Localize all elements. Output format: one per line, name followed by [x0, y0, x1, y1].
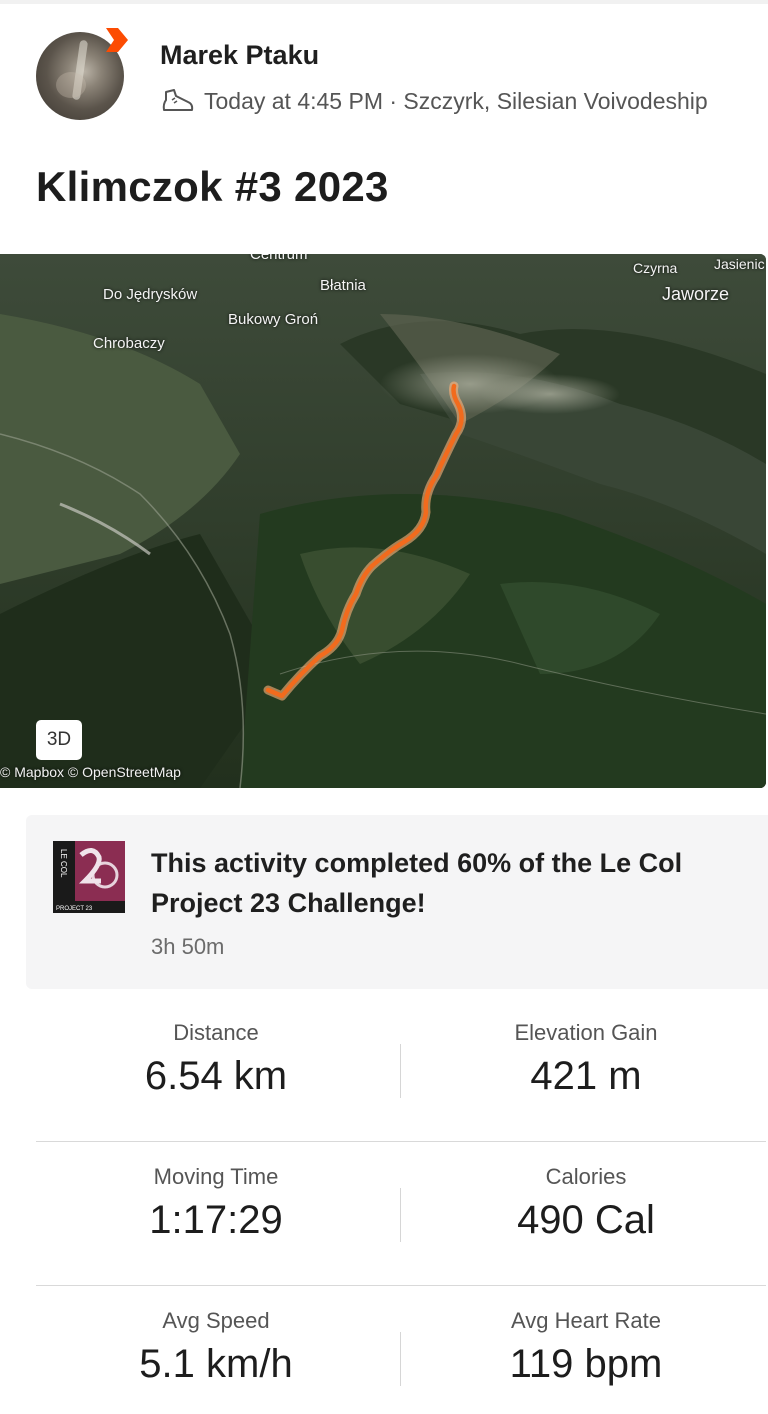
stat-label: Elevation Gain [514, 1020, 658, 1045]
stat-label: Distance [173, 1020, 259, 1045]
stat-divider [400, 1044, 401, 1098]
challenge-card[interactable]: LE COL PROJECT 23 This activity complete… [26, 815, 768, 989]
row-divider [36, 1141, 766, 1142]
activity-meta: Today at 4:45 PM · Szczyrk, Silesian Voi… [160, 86, 708, 116]
stat-label: Avg Speed [162, 1308, 270, 1333]
athlete-name[interactable]: Marek Ptaku [160, 40, 319, 71]
stat-distance: Distance 6.54 km [36, 1020, 396, 1099]
avatar[interactable] [36, 28, 128, 122]
stat-elevation-gain: Elevation Gain 421 m [406, 1020, 766, 1099]
stat-label: Calories [545, 1164, 627, 1189]
stat-value: 6.54 km [144, 1054, 288, 1098]
map-label-czyrna: Czyrna [633, 260, 678, 276]
challenge-duration: 3h 50m [151, 934, 225, 959]
map-label-jasienica: Jasienic [714, 256, 765, 272]
hike-shoe-icon [162, 89, 194, 111]
stat-value: 1:17:29 [149, 1198, 283, 1242]
stat-avg-speed: Avg Speed 5.1 km/h [36, 1308, 396, 1387]
le-col-project-23-logo-icon: LE COL PROJECT 23 [53, 841, 125, 913]
top-divider [0, 0, 768, 4]
subscriber-badge-icon [106, 28, 128, 52]
map-label-chrobaczy: Chrobaczy [93, 335, 165, 352]
3d-toggle-button[interactable]: 3D [36, 720, 82, 760]
map-label-blatnia: Błatnia [320, 277, 366, 294]
stat-divider [400, 1332, 401, 1386]
stat-label: Avg Heart Rate [510, 1308, 661, 1333]
stat-value: 421 m [530, 1054, 642, 1098]
stat-value: 119 bpm [509, 1342, 663, 1386]
stat-label: Moving Time [153, 1164, 279, 1189]
map-label-do-jedryskow: Do Jędrysków [103, 286, 198, 303]
route-map[interactable]: Centrum Do Jędrysków Błatnia Bukowy Groń… [0, 254, 766, 788]
challenge-text: This activity completed 60% of the Le Co… [151, 848, 683, 918]
map-label-jaworze: Jaworze [662, 284, 730, 304]
map-label-top: Centrum [250, 254, 308, 263]
stat-value: 5.1 km/h [139, 1342, 293, 1386]
row-divider [36, 1285, 766, 1286]
logo-text: LE COL [59, 849, 68, 878]
stat-value: 490 Cal [517, 1198, 655, 1242]
activity-title: Klimczok #3 2023 [36, 163, 389, 210]
stat-moving-time: Moving Time 1:17:29 [36, 1164, 396, 1243]
stat-avg-heart-rate: Avg Heart Rate 119 bpm [406, 1308, 766, 1387]
map-attribution[interactable]: © Mapbox © OpenStreetMap [0, 764, 181, 780]
map-label-bukowy-gron: Bukowy Groń [228, 311, 319, 328]
stat-divider [400, 1188, 401, 1242]
activity-meta-text: Today at 4:45 PM · Szczyrk, Silesian Voi… [204, 87, 708, 114]
logo-caption: PROJECT 23 [56, 906, 93, 912]
stat-calories: Calories 490 Cal [406, 1164, 766, 1243]
